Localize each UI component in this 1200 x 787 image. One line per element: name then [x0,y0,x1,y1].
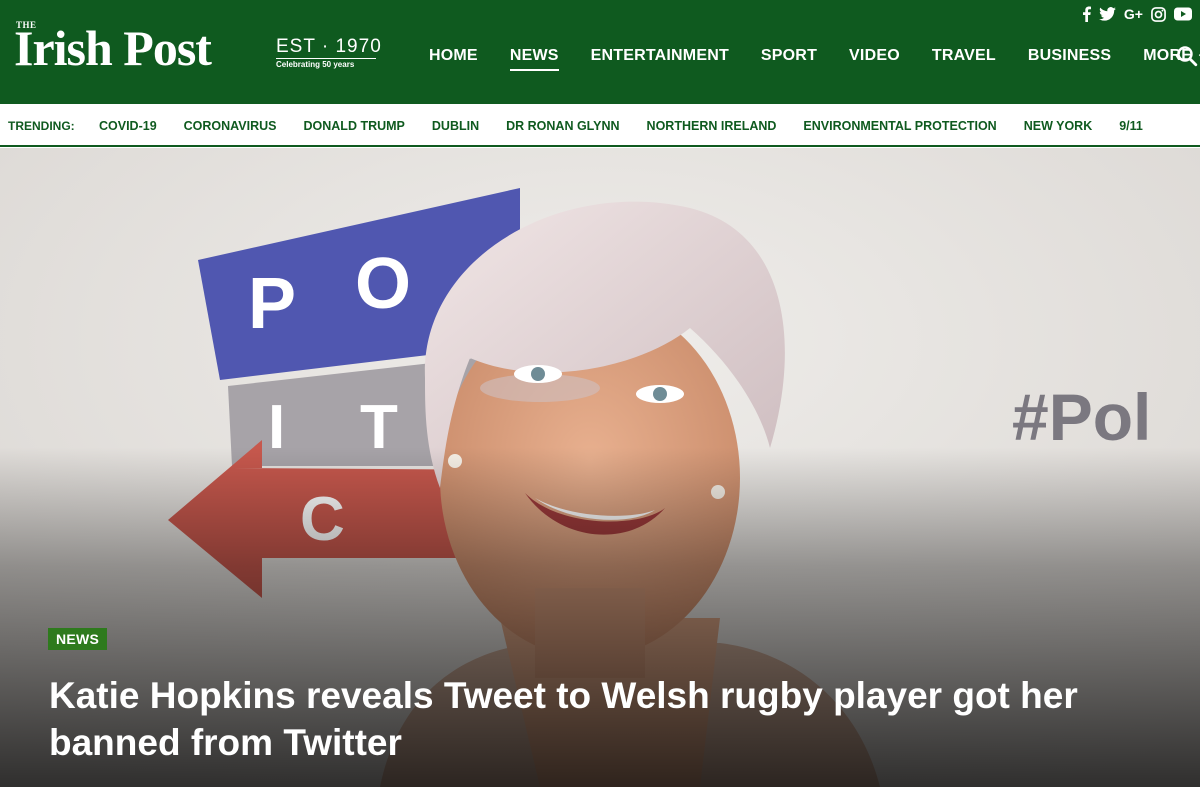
nav-home[interactable]: HOME [429,47,478,65]
trending-tag[interactable]: 9/11 [1119,119,1143,133]
category-badge[interactable]: NEWS [48,628,108,650]
logo-divider [276,58,376,59]
nav-entertainment[interactable]: ENTERTAINMENT [591,47,729,65]
instagram-icon[interactable] [1151,6,1166,22]
nav-business[interactable]: BUSINESS [1028,47,1111,65]
backdrop-letter: O [355,244,411,324]
main-nav: HOME NEWS ENTERTAINMENT SPORT VIDEO TRAV… [429,47,1200,71]
nav-travel[interactable]: TRAVEL [932,47,996,65]
logo-established: EST · 1970 [276,36,382,57]
twitter-icon[interactable] [1099,6,1116,22]
nav-video[interactable]: VIDEO [849,47,900,65]
trending-tags: COVID-19 CORONAVIRUS DONALD TRUMP DUBLIN… [99,119,1143,133]
logo-name: Irish Post [14,20,212,76]
trending-bar: TRENDING: COVID-19 CORONAVIRUS DONALD TR… [0,104,1200,147]
trending-tag[interactable]: ENVIRONMENTAL PROTECTION [803,119,996,133]
hero-article[interactable]: P O I T C #Pol NEWS Katie Hopkins reveal… [0,148,1200,787]
backdrop-letter: P [248,264,296,344]
logo-tagline: Celebrating 50 years [276,60,355,69]
trending-tag[interactable]: NORTHERN IRELAND [647,119,777,133]
youtube-icon[interactable] [1174,6,1192,22]
trending-tag[interactable]: CORONAVIRUS [184,119,277,133]
google-plus-icon[interactable]: G+ [1124,6,1143,22]
trending-tag[interactable]: NEW YORK [1024,119,1093,133]
facebook-icon[interactable] [1082,6,1091,22]
trending-tag[interactable]: DUBLIN [432,119,479,133]
nav-sport[interactable]: SPORT [761,47,817,65]
search-icon[interactable] [1176,45,1198,67]
nav-news[interactable]: NEWS [509,47,559,71]
article-headline[interactable]: Katie Hopkins reveals Tweet to Welsh rug… [49,672,1129,766]
backdrop-hashtag: #Pol [1012,380,1151,454]
trending-tag[interactable]: DR RONAN GLYNN [506,119,619,133]
site-header: THE Irish Post EST · 1970 Celebrating 50… [0,0,1200,104]
trending-tag[interactable]: DONALD TRUMP [304,119,405,133]
trending-label: TRENDING: [8,119,75,133]
trending-tag[interactable]: COVID-19 [99,119,157,133]
social-links: G+ [1082,6,1192,22]
